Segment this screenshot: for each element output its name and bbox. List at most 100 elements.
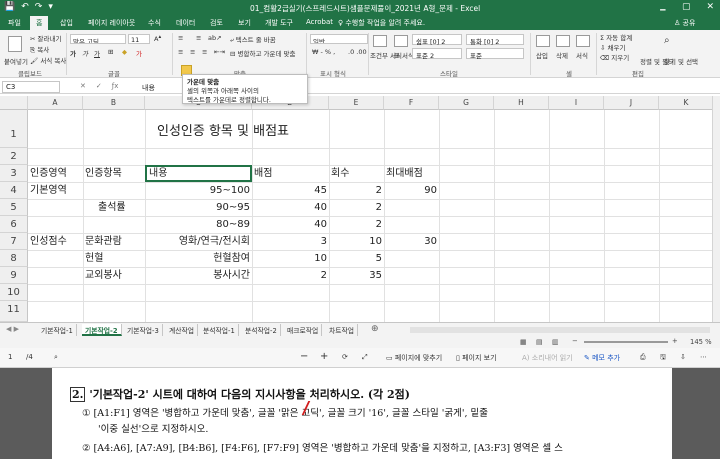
function-icon[interactable]: ƒx (112, 82, 119, 90)
view-break-icon[interactable]: ▥ (552, 338, 558, 346)
column-header[interactable]: F (384, 96, 439, 110)
worksheet-grid[interactable]: A B C D E F G H I J K 1 2 3 4 5 6 7 8 9 … (0, 96, 712, 322)
fit-page-button[interactable]: ▭ 페이지에 맞추기 (386, 353, 442, 363)
sheet-tab[interactable]: 매크로작업 (284, 324, 323, 336)
zoom-slider[interactable] (584, 341, 668, 343)
cell-count[interactable]: 2 (331, 199, 382, 216)
cell-score[interactable]: 10 (254, 250, 327, 267)
cell-item[interactable]: 문화관람 (85, 233, 122, 250)
delete-cells-button[interactable]: 삭제 (556, 50, 568, 60)
cell-content[interactable]: 봉사시간 (147, 267, 250, 284)
redo-icon[interactable]: ↷ (35, 2, 43, 12)
name-box[interactable]: C3 (2, 81, 60, 93)
indent-icon[interactable]: ⇤⇥ (214, 48, 225, 56)
find-icon[interactable]: ⌕ (664, 35, 670, 46)
sheet-tab[interactable]: 기본작업-3 (124, 324, 163, 336)
align-center-icon[interactable]: ≡ (190, 48, 195, 56)
cell-area[interactable]: 인성점수 (30, 233, 67, 250)
cell-count[interactable]: 10 (331, 233, 382, 250)
page-view-button[interactable]: ▯ 페이지 보기 (456, 353, 497, 363)
zoom-out-button[interactable]: − (572, 337, 578, 345)
tab-insert[interactable]: 삽입 (60, 18, 73, 28)
cell-count[interactable]: 2 (331, 216, 382, 233)
insert-cells-button[interactable]: 삽입 (536, 50, 548, 60)
copy-button[interactable]: ⎘ 복사 (30, 44, 49, 55)
cell-score[interactable]: 40 (254, 216, 327, 233)
tab-home[interactable]: 홈 (30, 16, 49, 30)
align-top-icon[interactable]: ≡ (178, 34, 183, 42)
column-header[interactable]: I (549, 96, 604, 110)
cell-score[interactable]: 45 (254, 182, 327, 199)
format-cells-icon[interactable] (576, 35, 590, 47)
column-header[interactable]: K (659, 96, 712, 110)
rotate-icon[interactable]: ⟳ (342, 353, 348, 361)
print-icon[interactable]: ⎙ (640, 353, 646, 362)
font-name-select[interactable]: 맑은 고딕 (70, 34, 126, 44)
delete-cells-icon[interactable] (556, 35, 570, 47)
cancel-icon[interactable]: ✕ (80, 82, 86, 90)
cell-count[interactable]: 5 (331, 250, 382, 267)
formula-input[interactable]: 내용 (142, 83, 155, 93)
row-header[interactable]: 5 (0, 199, 28, 216)
format-painter-button[interactable]: 🖌 서식 복사 (30, 55, 66, 65)
cell-content[interactable]: 90~95 (147, 199, 250, 216)
enter-icon[interactable]: ✓ (96, 82, 102, 90)
pdf-page-area[interactable]: 2. '기본작업-2' 시트에 대하여 다음의 지시사항을 처리하시오. (각 … (0, 368, 720, 459)
column-header[interactable]: H (494, 96, 549, 110)
row-header[interactable]: 11 (0, 301, 28, 322)
page-number-input[interactable]: 1 (8, 353, 12, 361)
more-icon[interactable]: ⋯ (700, 353, 707, 361)
view-layout-icon[interactable]: ▤ (536, 338, 542, 346)
underline-button[interactable]: 가 (94, 48, 100, 58)
find-select-button[interactable]: 찾기 및 선택 (664, 56, 698, 66)
cell-score[interactable]: 3 (254, 233, 327, 250)
search-icon[interactable]: ⌕ (54, 353, 58, 362)
row-header[interactable]: 3 (0, 165, 28, 182)
cut-button[interactable]: ✂ 잘라내기 (30, 33, 61, 43)
style-normal[interactable]: 표준 (466, 48, 524, 60)
column-header[interactable]: J (604, 96, 659, 110)
font-size-select[interactable]: 11 (128, 34, 150, 44)
fill-color-icon[interactable]: ◆ (122, 48, 127, 56)
tab-view[interactable]: 보기 (238, 18, 251, 28)
undo-icon[interactable]: ↶ (21, 2, 29, 12)
tell-me-search[interactable]: ♀ 수행할 작업을 알려 주세요. (338, 18, 425, 28)
align-left-icon[interactable]: ≡ (178, 48, 183, 56)
tab-acrobat[interactable]: Acrobat (306, 18, 333, 26)
cell-max[interactable]: 30 (386, 233, 437, 250)
cell-item[interactable]: 헌혈 (85, 250, 103, 267)
row-header[interactable]: 2 (0, 148, 28, 165)
header-cell-max[interactable]: 최대배점 (386, 165, 423, 182)
view-normal-icon[interactable]: ▦ (520, 338, 526, 346)
decimal-icon[interactable]: .0 .00 (348, 48, 367, 56)
cell-content[interactable]: 영화/연극/전시회 (147, 233, 250, 250)
row-header[interactable]: 7 (0, 233, 28, 250)
conditional-format-icon[interactable] (373, 35, 387, 47)
zoom-out-icon[interactable]: − (300, 351, 308, 362)
paste-button[interactable]: 붙여넣기 (4, 56, 28, 66)
sheet-title[interactable]: 인성인증 항목 및 배점표 (157, 122, 289, 142)
column-header[interactable]: B (83, 96, 145, 110)
autosum-button[interactable]: Σ 자동 합계 (600, 32, 632, 42)
style-currency[interactable]: 통화 [0] 2 (466, 34, 524, 46)
cell-content[interactable]: 헌혈참여 (147, 250, 250, 267)
cell-content[interactable]: 80~89 (147, 216, 250, 233)
cell-max[interactable]: 90 (386, 182, 437, 199)
cell-count[interactable]: 35 (331, 267, 382, 284)
cell-item[interactable]: 교외봉사 (85, 267, 122, 284)
zoom-in-button[interactable]: + (672, 337, 678, 345)
cell-area[interactable]: 기본영역 (30, 182, 67, 199)
column-header[interactable]: E (329, 96, 384, 110)
column-header[interactable]: A (28, 96, 83, 110)
table-format-button[interactable]: 표 서식 (394, 50, 414, 60)
insert-cells-icon[interactable] (536, 35, 550, 47)
tab-page-layout[interactable]: 페이지 레이아웃 (88, 18, 135, 28)
save-pdf-icon[interactable]: 🖫 (660, 353, 666, 364)
column-header[interactable]: G (439, 96, 494, 110)
cell-score[interactable]: 2 (254, 267, 327, 284)
sheet-tab[interactable]: 계산작업 (166, 324, 199, 336)
paste-icon[interactable] (8, 36, 22, 52)
fullscreen-icon[interactable]: ⤢ (362, 353, 368, 362)
row-header[interactable]: 4 (0, 182, 28, 199)
sheet-tab[interactable]: 분석작업-1 (200, 324, 239, 336)
